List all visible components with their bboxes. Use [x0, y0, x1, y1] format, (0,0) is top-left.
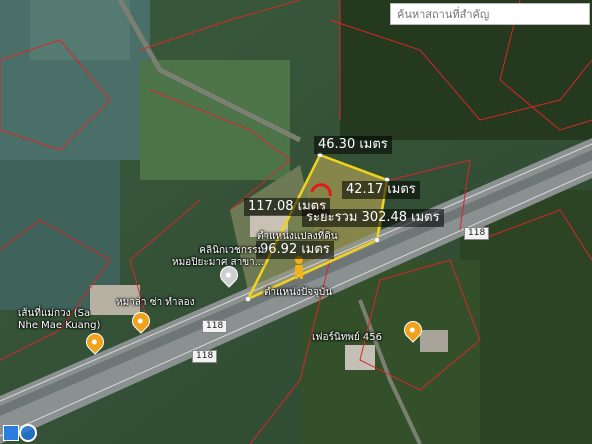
- noodle-label[interactable]: เส้นที่แม่กวง (Sa Nhe Mae Kuang): [18, 308, 100, 332]
- distance-bottom: 96.92 เมตร: [256, 241, 334, 259]
- furniture-label[interactable]: เฟอร์นิทพย์ 456: [312, 332, 382, 344]
- clinic-label[interactable]: คลินิกเวชกรรม หมอปิยะมาศ สาขา...: [172, 245, 264, 269]
- distance-top: 46.30 เมตร: [314, 136, 392, 154]
- distance-total: ระยะรวม 302.48 เมตร: [302, 209, 444, 227]
- road-shield-118-right: 118: [464, 227, 490, 240]
- road-shield-118-lower: 118: [192, 350, 218, 363]
- farm-label[interactable]: หมาล่า ซ่า ทำลอง: [116, 297, 195, 309]
- locate-icon[interactable]: [19, 424, 37, 442]
- search-input[interactable]: [390, 3, 590, 25]
- distance-right: 42.17 เมตร: [342, 181, 420, 199]
- plot-position-label: ตำแหน่งแปลงที่ดิน: [257, 231, 338, 242]
- map-layer-button[interactable]: [3, 425, 19, 441]
- current-position-label: ตำแหน่งปัจจุบัน: [264, 287, 333, 298]
- road-shield-118-center: 118: [202, 320, 228, 333]
- satellite-map[interactable]: [0, 0, 592, 444]
